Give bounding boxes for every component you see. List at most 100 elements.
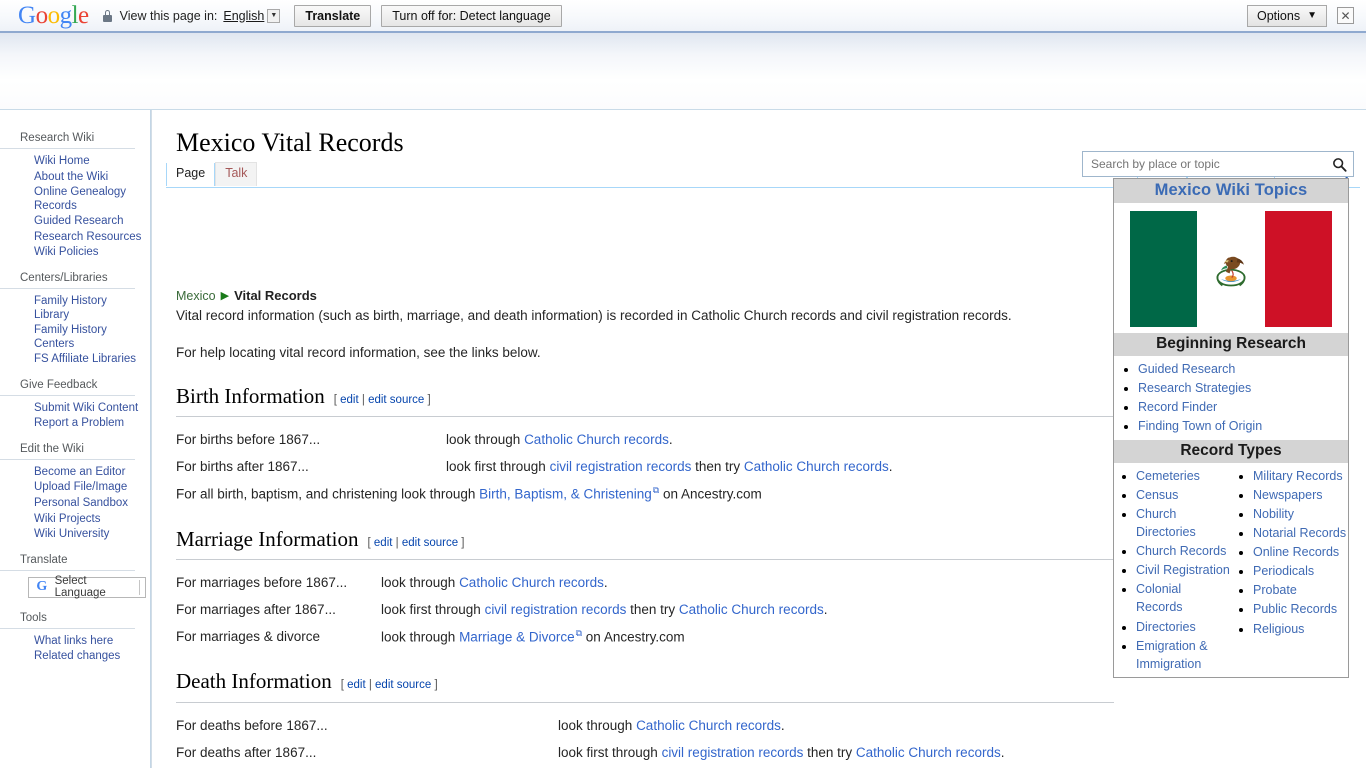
topic-link-military-records[interactable]: Military Records (1253, 469, 1343, 483)
topic-link-research-strategies[interactable]: Research Strategies (1138, 381, 1251, 395)
language-link[interactable]: English (223, 9, 264, 23)
topic-link-newspapers[interactable]: Newspapers (1253, 488, 1322, 502)
section-edit-links: [ edit | edit source ] (367, 536, 465, 549)
tab-page[interactable]: Page (166, 163, 216, 186)
language-selector[interactable]: English ▼ (223, 8, 281, 23)
select-language-widget[interactable]: G Select Language (28, 575, 146, 599)
topic-link-church-directories[interactable]: Church Directories (1136, 507, 1196, 539)
topic-link-probate[interactable]: Probate (1253, 583, 1297, 597)
topic-link-periodicals[interactable]: Periodicals (1253, 564, 1314, 578)
divider (176, 702, 1114, 704)
link-civil-registration-records[interactable]: civil registration records (662, 745, 804, 760)
sidebar-item-wiki-university[interactable]: Wiki University (0, 527, 150, 543)
birth-info-table: For births before 1867... look through C… (176, 427, 1114, 508)
list-item: Directories (1136, 618, 1231, 636)
link-marriage-divorce[interactable]: Marriage & Divorce (459, 630, 575, 645)
list-item: Church Records (1136, 542, 1231, 560)
sidebar-item-what-links-here[interactable]: What links here (0, 634, 150, 650)
sidebar-item-submit-wiki-content[interactable]: Submit Wiki Content (0, 401, 150, 417)
chevron-right-icon: ▶ (220, 290, 230, 302)
topic-link-nobility[interactable]: Nobility (1253, 507, 1294, 521)
topic-link-online-records[interactable]: Online Records (1253, 545, 1339, 559)
flag-red-band (1264, 211, 1332, 327)
sidebar-item-guided-research[interactable]: Guided Research (0, 214, 150, 230)
tab-talk[interactable]: Talk (215, 162, 258, 186)
topic-link-religious[interactable]: Religious (1253, 622, 1304, 636)
breadcrumb-parent[interactable]: Mexico (176, 289, 216, 303)
topic-link-notarial-records[interactable]: Notarial Records (1253, 526, 1346, 540)
sidebar-item-wiki-policies[interactable]: Wiki Policies (0, 245, 150, 261)
sidebar-item-upload-file-image[interactable]: Upload File/Image (0, 480, 150, 496)
edit-link[interactable]: edit (347, 679, 366, 691)
list-item: Military Records (1253, 467, 1348, 485)
edit-link[interactable]: edit (340, 394, 359, 406)
sidebar-heading: Edit the Wiki (0, 443, 135, 460)
sidebar-item-family-history-centers[interactable]: Family History Centers (0, 323, 150, 352)
sidebar-item-wiki-projects[interactable]: Wiki Projects (0, 512, 150, 528)
marriage-info-table: For marriages before 1867... look throug… (176, 570, 1114, 651)
sidebar-item-report-a-problem[interactable]: Report a Problem (0, 416, 150, 432)
sidebar-item-family-history-library[interactable]: Family History Library (0, 294, 150, 323)
link-birth-baptism-christening[interactable]: Birth, Baptism, & Christening (479, 487, 652, 502)
list-item: Newspapers (1253, 486, 1348, 504)
link-catholic-church-records[interactable]: Catholic Church records (636, 718, 781, 733)
sidebar-item-fs-affiliate-libraries[interactable]: FS Affiliate Libraries (0, 352, 150, 368)
translate-button[interactable]: Translate (294, 4, 372, 27)
topic-link-record-finder[interactable]: Record Finder (1138, 400, 1217, 414)
topic-link-cemeteries[interactable]: Cemeteries (1136, 469, 1200, 483)
link-civil-registration-records[interactable]: civil registration records (485, 602, 627, 617)
search-input[interactable] (1089, 156, 1332, 172)
topic-link-emigration-immigration[interactable]: Emigration & Immigration (1136, 639, 1208, 671)
section-edit-links: [ edit | edit source ] (340, 679, 438, 692)
close-icon[interactable]: ✕ (1337, 7, 1354, 24)
list-item: Guided Research (1138, 360, 1348, 378)
topic-link-guided-research[interactable]: Guided Research (1138, 362, 1235, 376)
row-label: For births after 1867... (176, 459, 309, 475)
link-catholic-church-records[interactable]: Catholic Church records (524, 432, 669, 447)
sidebar-item-related-changes[interactable]: Related changes (0, 649, 150, 665)
sidebar-group-give-feedback: Give Feedback Submit Wiki Content Report… (0, 379, 150, 432)
list-item: Emigration & Immigration (1136, 637, 1231, 673)
edit-source-link[interactable]: edit source (402, 537, 458, 549)
topic-link-public-records[interactable]: Public Records (1253, 602, 1337, 616)
row-label: For marriages & divorce (176, 629, 321, 645)
sidebar-item-online-genealogy-records[interactable]: Online Genealogy Records (0, 185, 150, 214)
row-label: For marriages before 1867... (176, 575, 348, 591)
sidebar-group-edit-the-wiki: Edit the Wiki Become an Editor Upload Fi… (0, 443, 150, 543)
topic-link-finding-town-of-origin[interactable]: Finding Town of Origin (1138, 419, 1262, 433)
link-civil-registration-records[interactable]: civil registration records (550, 459, 692, 474)
edit-link[interactable]: edit (374, 537, 393, 549)
article-body: Vital record information (such as birth,… (176, 306, 1114, 768)
sidebar-item-about-the-wiki[interactable]: About the Wiki (0, 170, 150, 186)
turn-off-language-button[interactable]: Turn off for: Detect language (381, 4, 562, 27)
options-button[interactable]: Options ▼ (1247, 4, 1327, 27)
topic-link-church-records[interactable]: Church Records (1136, 544, 1226, 558)
sidebar-item-research-resources[interactable]: Research Resources (0, 230, 150, 246)
sidebar-item-wiki-home[interactable]: Wiki Home (0, 154, 150, 170)
topic-link-directories[interactable]: Directories (1136, 620, 1196, 634)
sidebar-item-become-an-editor[interactable]: Become an Editor (0, 465, 150, 481)
divider (176, 559, 1114, 561)
list-item: Research Strategies (1138, 379, 1348, 397)
list-item: Periodicals (1253, 562, 1348, 580)
link-catholic-church-records[interactable]: Catholic Church records (679, 602, 824, 617)
edit-source-link[interactable]: edit source (375, 679, 431, 691)
link-catholic-church-records[interactable]: Catholic Church records (459, 575, 604, 590)
sidebar-item-personal-sandbox[interactable]: Personal Sandbox (0, 496, 150, 512)
topic-link-census[interactable]: Census (1136, 488, 1178, 502)
search-box[interactable] (1082, 151, 1354, 177)
sidebar-group-tools: Tools What links here Related changes (0, 612, 150, 665)
link-catholic-church-records[interactable]: Catholic Church records (856, 745, 1001, 760)
topic-link-civil-registration[interactable]: Civil Registration (1136, 563, 1230, 577)
topic-link-colonial-records[interactable]: Colonial Records (1136, 582, 1183, 614)
chevron-down-icon[interactable]: ▼ (267, 8, 281, 23)
list-item: Civil Registration (1136, 561, 1231, 579)
row-label: For deaths before 1867... (176, 718, 328, 734)
google-translate-bar: Google View this page in: English ▼ Tran… (0, 0, 1366, 33)
link-catholic-church-records[interactable]: Catholic Church records (744, 459, 889, 474)
search-icon[interactable] (1332, 157, 1347, 172)
beginning-research-list: Guided Research Research Strategies Reco… (1114, 360, 1348, 436)
edit-source-link[interactable]: edit source (368, 394, 424, 406)
google-g-icon: G (36, 579, 48, 595)
intro-paragraph-2: For help locating vital record informati… (176, 344, 541, 360)
